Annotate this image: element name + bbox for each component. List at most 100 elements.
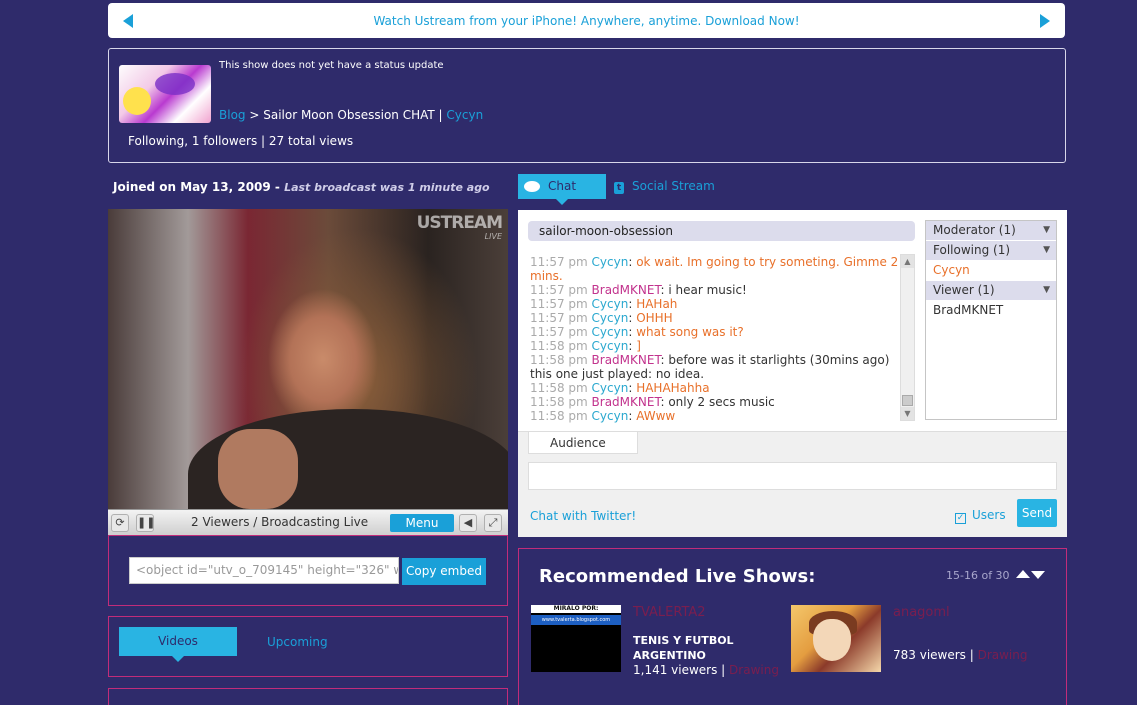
- checkbox-icon[interactable]: ✓: [955, 513, 966, 524]
- group-viewer[interactable]: Viewer (1) ▼: [926, 281, 1056, 300]
- promo-banner[interactable]: Watch Ustream from your iPhone! Anywhere…: [108, 3, 1065, 38]
- channel-header: This show does not yet have a status upd…: [108, 48, 1066, 163]
- chat-with-twitter-link[interactable]: Chat with Twitter!: [530, 509, 636, 523]
- tab-chat[interactable]: Chat: [518, 174, 606, 205]
- page-up-icon[interactable]: [1016, 570, 1030, 578]
- message-text: HAHah: [636, 297, 678, 311]
- breadcrumb-separator: >: [245, 108, 264, 122]
- message-time: 11:57 pm: [530, 311, 588, 325]
- pause-icon[interactable]: ❚❚: [136, 514, 155, 532]
- group-moderator[interactable]: Moderator (1) ▼: [926, 221, 1056, 240]
- show-thumbnail[interactable]: [791, 605, 881, 672]
- chat-message: 11:58 pm Cycyn: AWww: [530, 409, 676, 423]
- embed-code-field[interactable]: <object id="utv_o_709145" height="326" w…: [129, 557, 399, 584]
- message-time: 11:58 pm: [530, 409, 588, 423]
- message-time: 11:58 pm: [530, 353, 588, 367]
- thumbnail-caption: MIRALO POR:: [531, 605, 621, 613]
- message-text: AWww: [636, 409, 676, 423]
- users-checkbox[interactable]: ✓ Users: [955, 508, 1006, 524]
- joined-info: Joined on May 13, 2009 - Last broadcast …: [113, 180, 490, 194]
- message-user-link[interactable]: BradMKNET: [592, 395, 661, 409]
- message-time: 11:57 pm: [530, 255, 588, 269]
- show-viewers: 783 viewers | Drawing: [893, 648, 1028, 662]
- channel-title: Sailor Moon Obsession CHAT: [263, 108, 435, 122]
- player-controls: ⟳ ❚❚ 2 Viewers / Broadcasting Live Menu …: [108, 509, 508, 535]
- send-button[interactable]: Send: [1017, 499, 1057, 527]
- show-name-link[interactable]: anagoml: [893, 605, 950, 620]
- owner-link[interactable]: Cycyn: [446, 108, 483, 122]
- chat-message: 11:57 pm Cycyn: OHHH: [530, 311, 673, 325]
- user-following-item[interactable]: Cycyn: [926, 261, 1056, 280]
- show-name-link[interactable]: TVALERTA2: [633, 605, 706, 620]
- breadcrumb-blog-link[interactable]: Blog: [219, 108, 246, 122]
- chat-message-input[interactable]: [528, 462, 1057, 490]
- message-text: i hear music!: [668, 283, 747, 297]
- show-viewers: 1,141 viewers | Drawing: [633, 663, 779, 677]
- arrow-left-icon[interactable]: [123, 14, 133, 28]
- message-text: HAHAHahha: [636, 381, 710, 395]
- show-viewer-count: 1,141 viewers |: [633, 663, 730, 677]
- recommended-shows: Recommended Live Shows: 15-16 of 30 MIRA…: [518, 548, 1067, 705]
- arrow-right-icon[interactable]: [1040, 14, 1050, 28]
- tab-social-stream[interactable]: t Social Stream: [614, 174, 715, 199]
- message-user-link[interactable]: Cycyn: [592, 381, 629, 395]
- show-category-link[interactable]: Drawing: [978, 648, 1028, 662]
- breadcrumb: Blog > Sailor Moon Obsession CHAT | Cycy…: [219, 108, 483, 122]
- promo-text[interactable]: Watch Ustream from your iPhone! Anywhere…: [373, 14, 799, 28]
- menu-button[interactable]: Menu: [390, 514, 454, 532]
- tab-chat-label: Chat: [548, 179, 577, 193]
- refresh-icon[interactable]: ⟳: [111, 514, 129, 532]
- tab-upcoming[interactable]: Upcoming: [267, 635, 328, 649]
- message-text: OHHH: [636, 311, 673, 325]
- chat-scrollbar[interactable]: ▲ ▼: [900, 254, 915, 421]
- group-viewer-label: Viewer (1): [933, 283, 995, 297]
- breadcrumb-pipe: |: [434, 108, 447, 122]
- tab-videos[interactable]: Videos: [119, 627, 237, 662]
- scroll-down-icon[interactable]: ▼: [901, 407, 914, 420]
- recommended-page-indicator: 15-16 of 30: [946, 569, 1010, 582]
- viewer-count: 2 Viewers / Broadcasting Live: [191, 515, 369, 529]
- video-player[interactable]: USTREAM LIVE: [108, 209, 508, 509]
- chat-message: 11:58 pm BradMKNET: only 2 secs music: [530, 395, 775, 409]
- chat-message: 11:57 pm Cycyn: what song was it?: [530, 325, 744, 339]
- chevron-down-icon: ▼: [1043, 225, 1050, 235]
- message-user-link[interactable]: BradMKNET: [592, 353, 661, 367]
- chevron-down-icon: ▼: [1043, 285, 1050, 295]
- chat-input-area: Audience Chat with Twitter! ✓ Users Send: [518, 431, 1067, 537]
- scroll-up-icon[interactable]: ▲: [901, 255, 914, 268]
- ustream-watermark: USTREAM: [416, 213, 503, 233]
- group-moderator-label: Moderator (1): [933, 223, 1016, 237]
- tab-audience[interactable]: Audience: [528, 432, 638, 454]
- group-following[interactable]: Following (1) ▼: [926, 241, 1056, 260]
- message-user-link[interactable]: Cycyn: [592, 311, 629, 325]
- message-user-link[interactable]: Cycyn: [592, 339, 629, 353]
- message-user-link[interactable]: Cycyn: [592, 409, 629, 423]
- embed-panel: <object id="utv_o_709145" height="326" w…: [108, 535, 508, 606]
- message-user-link[interactable]: BradMKNET: [592, 283, 661, 297]
- message-user-link[interactable]: Cycyn: [592, 255, 629, 269]
- recommended-title: Recommended Live Shows:: [539, 566, 816, 587]
- message-user-link[interactable]: Cycyn: [592, 297, 629, 311]
- show-description: TENIS Y FUTBOL ARGENTINO: [633, 634, 734, 662]
- chat-message: 11:58 pm Cycyn: HAHAHahha: [530, 381, 710, 395]
- volume-icon[interactable]: ◀: [459, 514, 477, 532]
- show-thumbnail[interactable]: MIRALO POR: www.tvalerta.blogspot.com: [531, 605, 621, 672]
- chat-message: 11:57 pm Cycyn: HAHah: [530, 297, 678, 311]
- channel-logo: [119, 65, 211, 123]
- user-viewer-item[interactable]: BradMKNET: [926, 301, 1056, 320]
- copy-embed-button[interactable]: Copy embed: [402, 558, 486, 585]
- fullscreen-icon[interactable]: ⤢: [484, 514, 502, 532]
- users-checkbox-label: Users: [972, 508, 1006, 522]
- group-following-label: Following (1): [933, 243, 1011, 257]
- video-tabs-panel: Videos Upcoming: [108, 616, 508, 677]
- page-down-icon[interactable]: [1031, 571, 1045, 579]
- message-text: ]: [636, 339, 641, 353]
- message-time: 11:57 pm: [530, 283, 588, 297]
- show-category-link[interactable]: Drawing: [729, 663, 779, 677]
- message-user-link[interactable]: Cycyn: [592, 325, 629, 339]
- scroll-thumb[interactable]: [902, 395, 913, 406]
- last-broadcast: Last broadcast was 1 minute ago: [284, 181, 490, 194]
- show-viewer-count: 783 viewers |: [893, 648, 978, 662]
- message-text: what song was it?: [636, 325, 744, 339]
- chat-message-list: 11:57 pm Cycyn: ok wait. Im going to try…: [530, 255, 902, 423]
